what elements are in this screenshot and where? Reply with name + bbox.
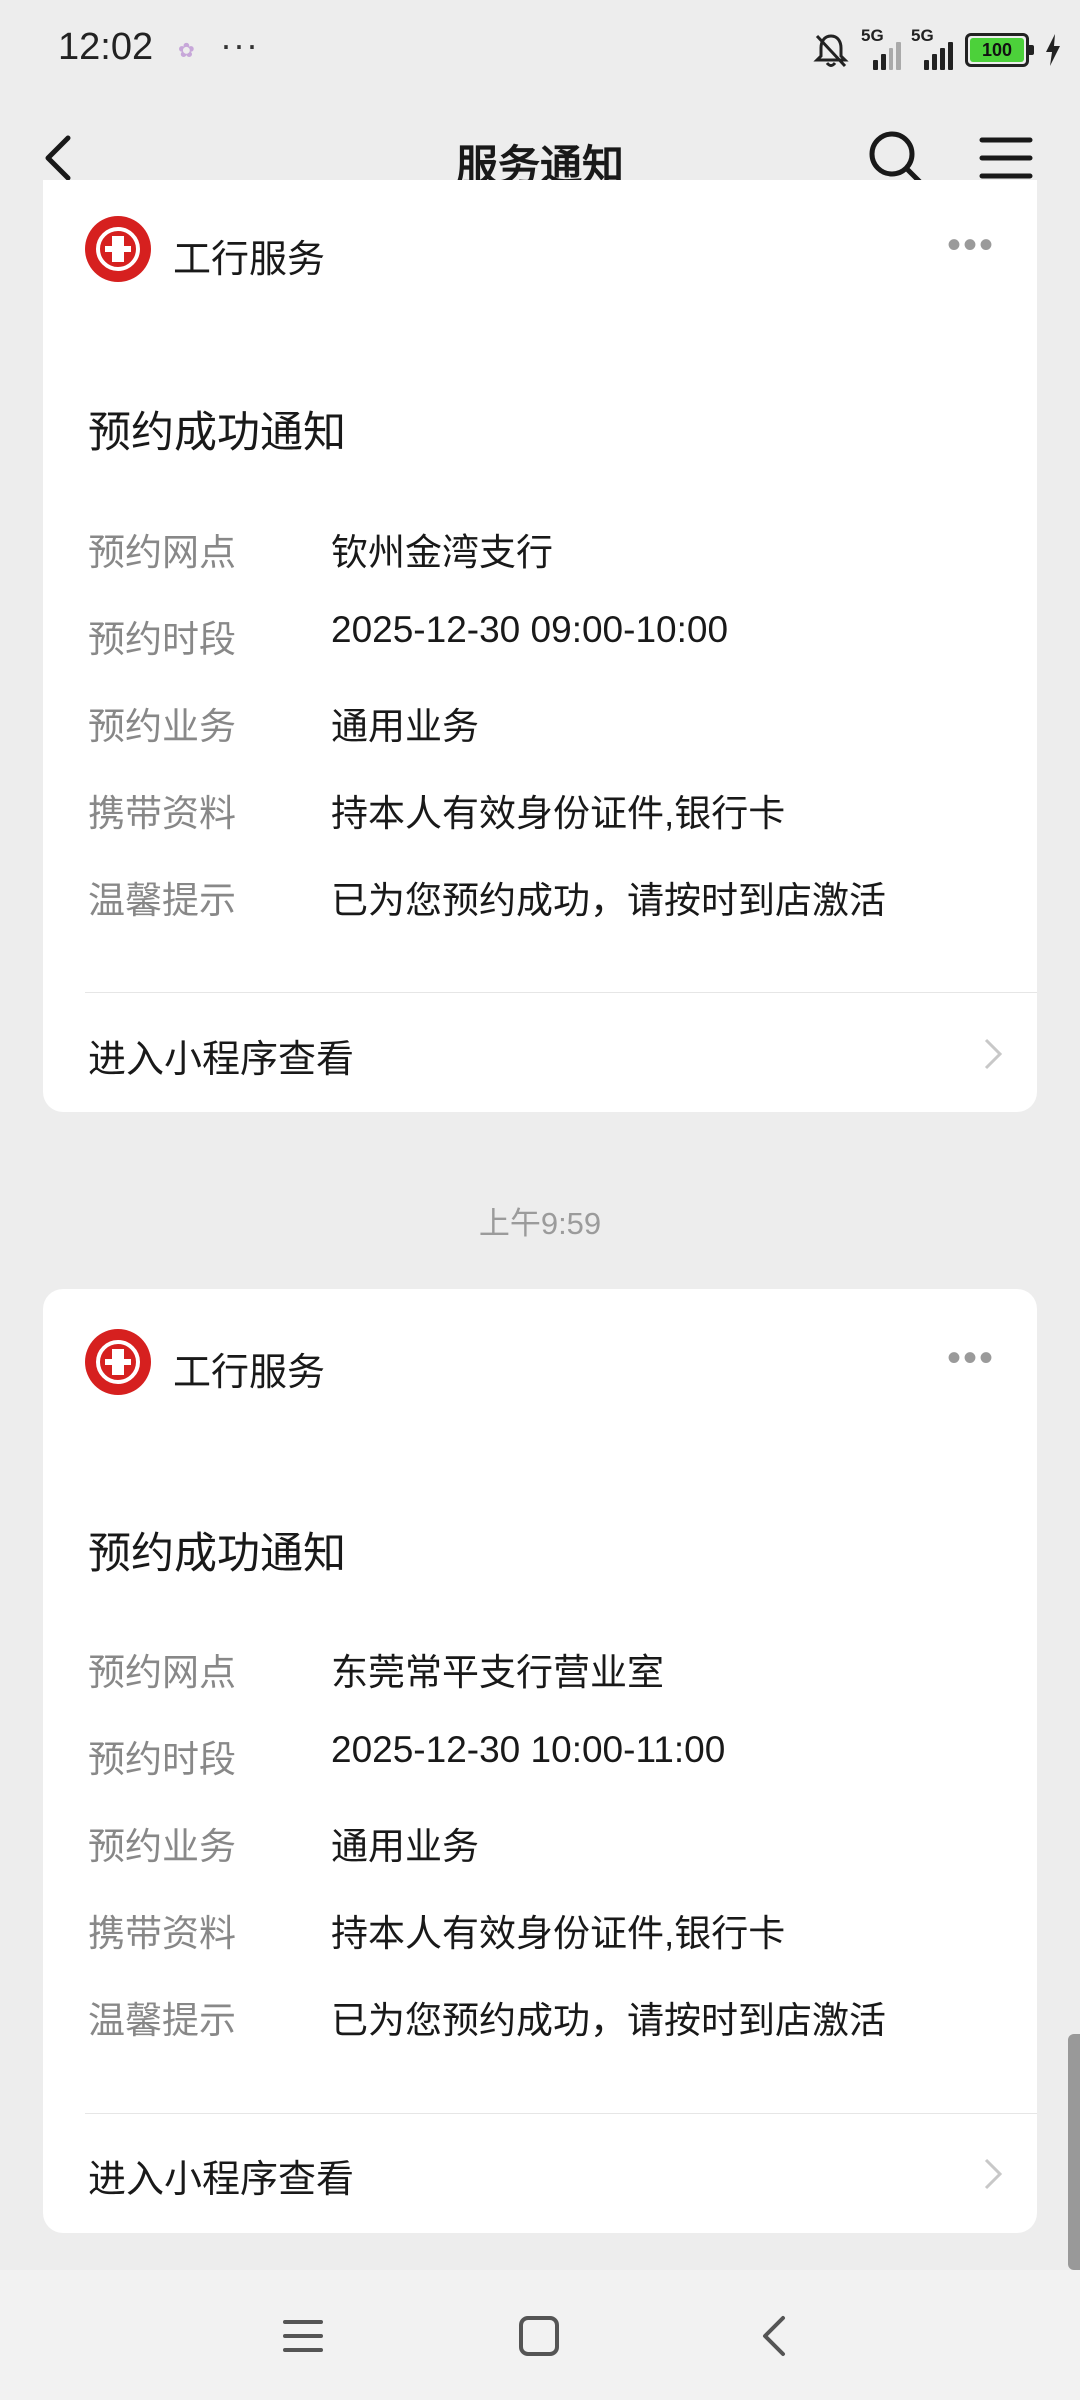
detail-value: 持本人有效身份证件,银行卡 [331,1913,786,1954]
detail-key: 预约网点 [88,1652,236,1693]
signal-1-label: 5G [861,26,884,45]
detail-row: 温馨提示 已为您预约成功，请按时到店激活 [88,870,1008,957]
open-mini-program-link[interactable]: 进入小程序查看 [88,2142,1008,2202]
detail-key: 携带资料 [88,1913,236,1954]
back-triangle-icon[interactable] [745,2306,805,2366]
detail-value: 通用业务 [331,1826,479,1867]
card-title: 预约成功通知 [88,409,346,457]
app-notification-icon: ✿ [178,40,195,62]
detail-value: 已为您预约成功，请按时到店激活 [331,880,886,921]
more-notifications-icon: ··· [220,24,259,65]
icbc-logo-icon [85,1329,151,1395]
message-timestamp: 上午9:59 [478,1206,602,1241]
status-bar: 12:02 ✿ ··· 5G 5G 100 [0,0,1080,100]
divider [85,992,1037,993]
more-icon[interactable]: ••• [947,1338,995,1378]
detail-key: 预约业务 [88,706,236,747]
detail-row: 预约业务 通用业务 [88,696,1008,783]
battery-icon: 100 [965,33,1034,67]
signal-1: 5G [861,26,902,70]
detail-row: 温馨提示 已为您预约成功，请按时到店激活 [88,1990,1008,2077]
detail-list: 预约网点 东莞常平支行营业室 预约时段 2025-12-30 10:00-11:00… [88,1642,1008,2077]
detail-row: 携带资料 持本人有效身份证件,银行卡 [88,1903,1008,1990]
battery-level: 100 [970,38,1024,62]
detail-row: 预约时段 2025-12-30 10:00-11:00 [88,1729,1008,1816]
detail-value: 2025-12-30 09:00-10:00 [331,609,729,650]
link-label: 进入小程序查看 [88,1039,355,1081]
detail-key: 温馨提示 [88,880,236,921]
system-nav-bar [0,2270,1080,2400]
detail-value: 2025-12-30 10:00-11:00 [331,1729,726,1770]
detail-list: 预约网点 钦州金湾支行 预约时段 2025-12-30 09:00-10:00 预约… [88,522,1008,957]
detail-key: 携带资料 [88,793,236,834]
card-header: 工行服务 ••• [85,216,995,284]
signal-2: 5G [911,26,955,70]
detail-value: 东莞常平支行营业室 [331,1652,664,1693]
detail-value: 钦州金湾支行 [331,532,553,573]
card-header: 工行服务 ••• [85,1329,995,1397]
detail-key: 温馨提示 [88,2000,236,2041]
link-label: 进入小程序查看 [88,2159,355,2201]
scrollbar[interactable] [1068,2034,1080,2270]
detail-row: 携带资料 持本人有效身份证件,银行卡 [88,783,1008,870]
status-right-group: 5G 5G 100 [811,24,1062,76]
detail-row: 预约网点 钦州金湾支行 [88,522,1008,609]
signal-2-label: 5G [911,26,934,45]
detail-row: 预约时段 2025-12-30 09:00-10:00 [88,609,1008,696]
detail-row: 预约网点 东莞常平支行营业室 [88,1642,1008,1729]
mute-bell-icon [813,34,849,68]
status-time: 12:02 [58,26,154,68]
detail-value: 持本人有效身份证件,银行卡 [331,793,786,834]
card-title: 预约成功通知 [88,1530,346,1578]
detail-key: 预约网点 [88,532,236,573]
chevron-right-icon [984,1038,1003,1070]
detail-key: 预约业务 [88,1826,236,1867]
more-icon[interactable]: ••• [947,225,995,265]
charging-bolt-icon [1046,34,1060,66]
home-square-icon[interactable] [509,2306,569,2366]
recents-menu-icon[interactable] [273,2306,333,2366]
divider [85,2113,1037,2114]
detail-key: 预约时段 [88,619,236,660]
detail-value: 通用业务 [331,706,479,747]
notification-card-2: 工行服务 ••• 预约成功通知 预约网点 东莞常平支行营业室 预约时段 2025-1… [43,1289,1037,2233]
open-mini-program-link[interactable]: 进入小程序查看 [88,1022,1008,1082]
notification-card-1: 工行服务 ••• 预约成功通知 预约网点 钦州金湾支行 预约时段 2025-12-3… [43,180,1037,1112]
service-name: 工行服务 [173,239,326,281]
icbc-logo-icon [85,216,151,282]
detail-row: 预约业务 通用业务 [88,1816,1008,1903]
service-name: 工行服务 [173,1352,326,1394]
detail-key: 预约时段 [88,1739,236,1780]
chevron-right-icon [984,2158,1003,2190]
detail-value: 已为您预约成功，请按时到店激活 [331,2000,886,2041]
